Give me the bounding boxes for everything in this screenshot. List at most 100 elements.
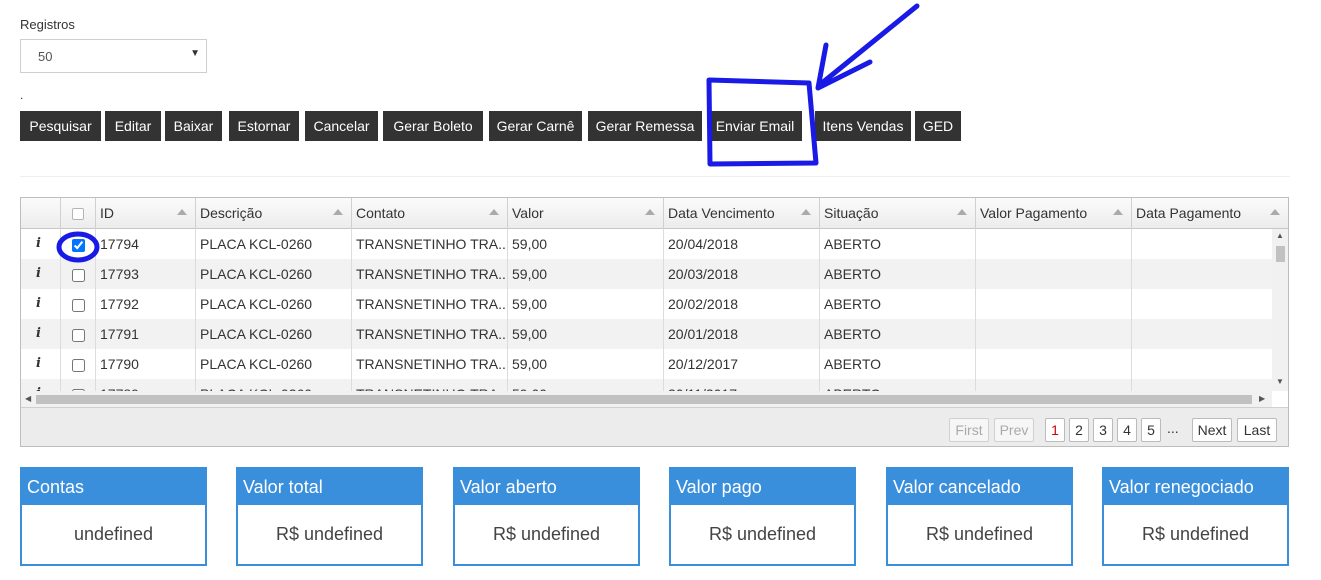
info-icon[interactable]: i [21,259,61,289]
table-row[interactable]: i 17792 PLACA KCL-0260 TRANSNETINHO TRA... 5… [21,289,1272,319]
situacao-cell: ABERTO [820,259,976,289]
info-icon[interactable]: i [21,289,61,319]
vertical-scroll-thumb[interactable] [1276,246,1285,262]
table-row[interactable]: i 17790 PLACA KCL-0260 TRANSNETINHO TRA... 5… [21,349,1272,379]
sort-up-icon[interactable] [1113,209,1123,215]
header-contato[interactable]: Contato [352,198,508,229]
sort-up-icon[interactable] [489,209,499,215]
header-data-pagamento[interactable]: Data Pagamento [1132,198,1288,229]
enviar-email-button[interactable]: Enviar Email [708,111,802,141]
table-row[interactable]: i 17789PLACA KCL-0260TRANSNETINHO TRA...5… [21,379,1272,391]
scroll-right-icon[interactable]: ▶ [1259,394,1265,403]
info-icon[interactable]: i [21,229,61,259]
vencimento-cell: 20/12/2017 [664,349,820,379]
situacao-cell: ABERTO [820,289,976,319]
card-value: R$ undefined [925,524,1034,544]
id-cell: 17793 [96,259,196,289]
card-title: Valor renegociado [1104,469,1287,505]
data-pagamento-cell [1132,349,1272,379]
scroll-left-icon[interactable]: ◀ [25,394,31,403]
ged-button[interactable]: GED [915,111,961,141]
header-info-col [21,198,61,229]
sort-up-icon[interactable] [801,209,811,215]
contato-cell: TRANSNETINHO TRA... [352,349,508,379]
first-page-button[interactable]: First [949,418,989,442]
scroll-up-icon[interactable]: ▲ [1276,231,1284,240]
row-select-cell [61,319,96,349]
select-all-checkbox[interactable] [72,208,84,221]
horizontal-scroll-thumb[interactable] [36,395,1252,404]
vencimento-cell: 20/02/2018 [664,289,820,319]
pager: First Prev 1 2 3 4 5 ... Next Last [21,407,1288,446]
page-ellipsis: ... [1167,420,1179,436]
header-vencimento-label: Data Vencimento [668,205,775,221]
vencimento-cell: 20/01/2018 [664,319,820,349]
vertical-scrollbar[interactable]: ▲ ▼ [1272,229,1288,391]
cancelar-button[interactable]: Cancelar [305,111,378,141]
page-2-button[interactable]: 2 [1069,418,1089,442]
gerar-remessa-button[interactable]: Gerar Remessa [588,111,702,141]
card-title: Valor aberto [455,469,638,505]
baixar-button[interactable]: Baixar [165,111,222,141]
card-title: Valor total [238,469,421,505]
card-valor-pago: Valor pago R$ undefined [669,467,856,566]
table-row[interactable]: i 17791 PLACA KCL-0260 TRANSNETINHO TRA... 5… [21,319,1272,349]
id-cell: 17792 [96,289,196,319]
data-pagamento-cell [1132,319,1272,349]
page-5-button[interactable]: 5 [1141,418,1161,442]
row-checkbox[interactable] [71,268,85,282]
contato-cell: TRANSNETINHO TRA... [352,229,508,259]
info-icon[interactable]: i [21,379,61,391]
scroll-down-icon[interactable]: ▼ [1276,377,1284,386]
page-4-button[interactable]: 4 [1117,418,1137,442]
row-checkbox[interactable] [71,328,85,342]
row-checkbox[interactable] [71,298,85,312]
valor-cell: 59,00 [508,259,664,289]
estornar-button[interactable]: Estornar [229,111,299,141]
situacao-cell: ABERTO [820,319,976,349]
row-checkbox[interactable] [71,238,85,252]
header-vencimento[interactable]: Data Vencimento [664,198,820,229]
header-select-all[interactable] [61,198,96,229]
editar-button[interactable]: Editar [105,111,161,141]
data-pagamento-cell [1132,289,1272,319]
card-valor-total: Valor total R$ undefined [236,467,423,566]
pesquisar-button[interactable]: Pesquisar [20,111,101,141]
data-pagamento-cell [1132,259,1272,289]
card-title: Valor cancelado [888,469,1071,505]
sort-up-icon[interactable] [957,209,967,215]
card-valor-cancelado: Valor cancelado R$ undefined [886,467,1073,566]
prev-page-button[interactable]: Prev [994,418,1034,442]
page-1-button[interactable]: 1 [1045,418,1065,442]
table-row[interactable]: i 17794 PLACA KCL-0260 TRANSNETINHO TRA... 5… [21,229,1272,259]
last-page-button[interactable]: Last [1237,418,1277,442]
gerar-boleto-button[interactable]: Gerar Boleto [383,111,483,141]
row-select-cell [61,289,96,319]
card-value: R$ undefined [708,524,817,544]
header-id-label: ID [100,205,114,221]
valor-cell: 59,00 [508,349,664,379]
table-row[interactable]: i 17793 PLACA KCL-0260 TRANSNETINHO TRA... 5… [21,259,1272,289]
id-cell: 17794 [96,229,196,259]
sort-up-icon[interactable] [645,209,655,215]
annotation-arrow [815,3,920,91]
card-value: R$ undefined [1141,524,1250,544]
vencimento-cell: 20/03/2018 [664,259,820,289]
info-icon[interactable]: i [21,319,61,349]
page-3-button[interactable]: 3 [1093,418,1113,442]
info-icon[interactable]: i [21,349,61,379]
sort-up-icon[interactable] [1270,209,1280,215]
header-descricao[interactable]: Descrição [196,198,352,229]
next-page-button[interactable]: Next [1192,418,1232,442]
gerar-carne-button[interactable]: Gerar Carnê [489,111,582,141]
header-id[interactable]: ID [96,198,196,229]
sort-up-icon[interactable] [333,209,343,215]
header-valor-pagamento[interactable]: Valor Pagamento [976,198,1132,229]
registros-select[interactable]: 50 ▼ [20,39,207,73]
itens-vendas-button[interactable]: Itens Vendas [815,111,911,141]
header-valor[interactable]: Valor [508,198,664,229]
horizontal-scrollbar[interactable]: ◀ ▶ [21,391,1272,407]
header-situacao[interactable]: Situação [820,198,976,229]
sort-up-icon[interactable] [177,209,187,215]
row-checkbox[interactable] [71,358,85,372]
